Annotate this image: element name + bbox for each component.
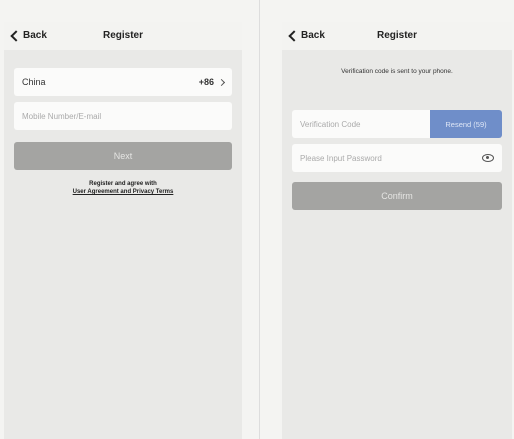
verification-code-row: Verification Code Resend (59) — [292, 110, 502, 138]
country-code-group: +86 — [198, 77, 226, 87]
verification-code-input[interactable]: Verification Code — [292, 110, 430, 138]
next-button[interactable]: Next — [14, 142, 232, 170]
resend-button[interactable]: Resend (59) — [430, 110, 502, 138]
phone-email-input[interactable]: Mobile Number/E-mail — [14, 102, 232, 130]
next-label: Next — [113, 151, 133, 161]
country-selector[interactable]: China +86 — [14, 68, 232, 96]
register-phone-screen: Back Register China +86 Mobile Number/E-… — [4, 22, 242, 439]
nav-bar: Back Register — [4, 22, 242, 50]
country-label: China — [22, 77, 46, 87]
page-title: Register — [376, 30, 417, 41]
agreement-links[interactable]: User Agreement and Privacy Terms — [4, 188, 242, 196]
confirm-button[interactable]: Confirm — [292, 182, 502, 210]
nav-bar: Back Register — [282, 22, 512, 50]
resend-label: Resend (59) — [445, 119, 487, 129]
agree-line: Register and agree with — [89, 181, 157, 187]
password-input[interactable]: Please Input Password — [292, 144, 502, 172]
register-verify-screen: Back Register Verification code is sent … — [282, 22, 512, 439]
password-placeholder: Please Input Password — [300, 153, 382, 163]
chevron-right-icon — [217, 78, 226, 86]
agreement-text: Register and agree with User Agreement a… — [4, 180, 242, 196]
verification-code-placeholder: Verification Code — [300, 119, 361, 129]
screen-divider — [259, 0, 260, 439]
eye-icon[interactable] — [482, 154, 494, 162]
page-title: Register — [102, 30, 143, 41]
confirm-label: Confirm — [381, 191, 413, 201]
country-code: +86 — [198, 77, 214, 87]
phone-email-placeholder: Mobile Number/E-mail — [22, 111, 102, 121]
verification-info: Verification code is sent to your phone. — [341, 68, 453, 75]
